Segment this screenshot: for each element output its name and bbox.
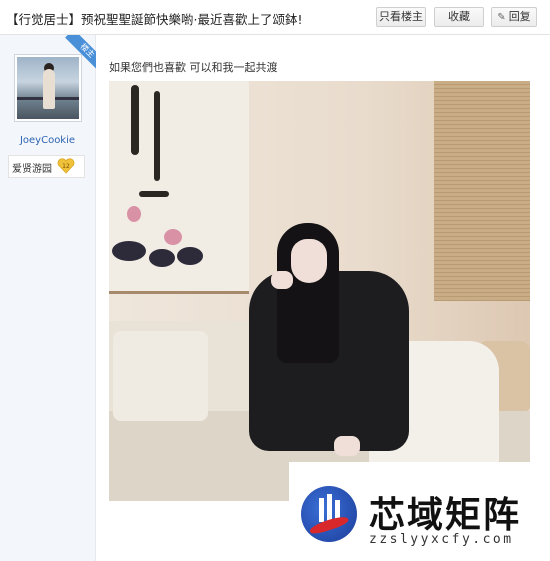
only-author-button[interactable]: 只看楼主 xyxy=(376,7,426,27)
brand-logo-icon xyxy=(301,486,357,542)
author-sidebar: JoeyCookie 爱贤游园 12 xyxy=(0,35,96,561)
watermark-brand-name: 芯域矩阵 xyxy=(369,494,522,536)
thread-header: 【行觉居士】预祝聖聖誕節快樂喲·最近喜歡上了颂鉢! 只看楼主 收藏 ✎ 回复 xyxy=(0,0,550,35)
post-body-text: 如果您們也喜歡 可以和我一起共渡 xyxy=(109,61,278,74)
favorite-button[interactable]: 收藏 xyxy=(434,7,484,27)
reply-icon: ✎ xyxy=(497,12,506,23)
level-heart-icon: 12 xyxy=(57,158,75,174)
thread-starter-label: 楼主 xyxy=(65,35,96,71)
author-username[interactable]: JoeyCookie xyxy=(0,135,95,146)
post-photo[interactable] xyxy=(109,81,530,501)
reply-button-label: 回复 xyxy=(508,10,531,23)
level-number: 12 xyxy=(62,163,70,170)
author-level-badge: 爱贤游园 12 xyxy=(8,155,85,178)
thread-title: 【行觉居士】预祝聖聖誕節快樂喲·最近喜歡上了颂鉢! xyxy=(6,12,303,27)
watermark-url: zzslyyxcfy.com xyxy=(369,532,514,547)
level-title: 爱贤游园 xyxy=(12,164,52,175)
watermark: 芯域矩阵 zzslyyxcfy.com xyxy=(289,462,550,561)
ink-painting-scroll xyxy=(109,81,249,294)
reply-button[interactable]: ✎ 回复 xyxy=(491,7,537,27)
bamboo-blind xyxy=(434,81,530,301)
thread-starter-badge: 楼主 xyxy=(60,35,96,71)
